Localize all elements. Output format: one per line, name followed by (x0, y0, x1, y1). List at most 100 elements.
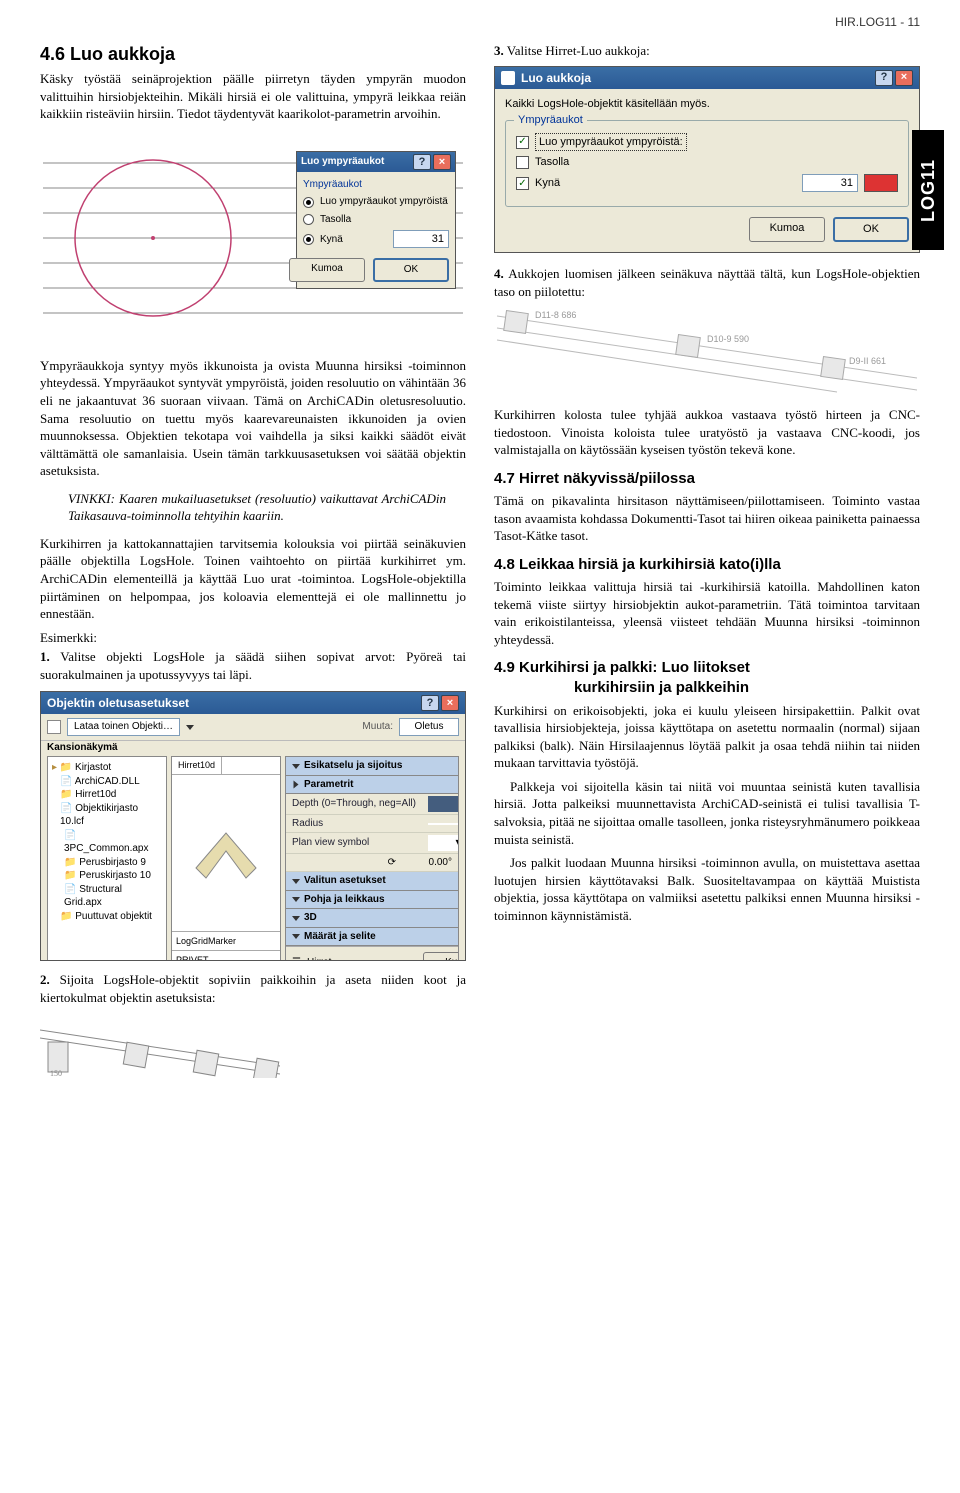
radio-pen[interactable] (303, 234, 314, 245)
radio-from-circles[interactable] (303, 197, 314, 208)
params-section-preview[interactable]: Esikatselu ja sijoitus (304, 759, 402, 773)
close-icon[interactable]: × (895, 70, 913, 86)
folder-icon: ▸ 📁 (52, 762, 72, 773)
step-1-text: Valitse objekti LogsHole ja säädä siihen… (40, 649, 466, 682)
step-3: 3. Valitse Hirret-Luo aukkoja: (494, 42, 920, 60)
side-tab-log11: LOG11 (912, 130, 944, 250)
checkbox-on-layer[interactable] (516, 156, 529, 169)
param-radius-value[interactable] (428, 823, 459, 825)
dialog-titlebar: Luo aukkoja ? × (495, 67, 919, 89)
ympyraaukot-group: Ympyräaukot ✓ Luo ympyräaukot ympyröistä… (505, 120, 909, 208)
left-column: 4.6 Luo aukkoja Käsky työstää seinäproje… (40, 42, 466, 1078)
para-logshole-intro: Kurkihirren ja kattokannattajien tarvits… (40, 535, 466, 623)
step-1-number: 1. (40, 649, 50, 664)
heading-4-8: 4.8 Leikkaa hirsiä ja kurkihirsiä kato(i… (494, 555, 920, 575)
step-2-number: 2. (40, 972, 50, 987)
mini-cancel-button[interactable]: Kumoa (289, 258, 365, 282)
figure-roof-section: D11-8 686 D10-9 590 D9-II 661 (494, 306, 920, 396)
tree-item[interactable]: Kirjastot (75, 762, 111, 773)
default-button[interactable]: Oletus (399, 718, 459, 736)
checkbox-pen-label: Kynä (535, 176, 560, 191)
right-column: 3. Valitse Hirret-Luo aukkoja: Luo aukko… (494, 42, 920, 1078)
radio-on-layer[interactable] (303, 214, 314, 225)
step-4: 4. Aukkojen luomisen jälkeen seinäkuva n… (494, 265, 920, 300)
param-plansym-value[interactable]: ▾ (428, 835, 459, 851)
preview-tab-hirret[interactable]: Hirret10d (172, 757, 222, 773)
luo-aukkoja-dialog: Luo aukkoja ? × Kaikki LogsHole-objektit… (494, 66, 920, 254)
settings-cancel-button[interactable]: Kumoa (423, 952, 459, 961)
heading-4-6: 4.6 Luo aukkoja (40, 42, 466, 66)
radio-pen-label: Kynä (320, 233, 343, 247)
radio-on-layer-label: Tasolla (320, 213, 351, 227)
load-other-object-button[interactable]: Lataa toinen Objekti… (67, 718, 180, 736)
pen-number-input[interactable]: 31 (393, 230, 449, 248)
ok-button[interactable]: OK (833, 217, 909, 242)
params-section-plan-section[interactable]: Pohja ja leikkaus (304, 893, 385, 907)
pen-color-swatch[interactable] (864, 174, 898, 192)
params-section-3d[interactable]: 3D (304, 911, 317, 925)
step-4-text: Aukkojen luomisen jälkeen seinäkuva näyt… (494, 266, 920, 299)
step-3-number: 3. (494, 43, 504, 58)
para-4-9-a: Kurkihirsi on erikoisobjekti, joka ei ku… (494, 702, 920, 772)
object-preview: Hirret10d LogGridMarker PRIVET (171, 756, 281, 961)
para-4-9-b: Palkkeja voi sijoitella käsin tai niitä … (494, 778, 920, 848)
radio-from-circles-label: Luo ympyräaukot ympyröistä (320, 195, 448, 209)
mini-ok-button[interactable]: OK (373, 258, 449, 282)
settings-titlebar: Objektin oletusasetukset ? × (41, 692, 465, 714)
param-depth-value[interactable]: 0.0 (428, 796, 459, 812)
pen-input[interactable]: 31 (802, 174, 858, 192)
checkbox-pen[interactable]: ✓ (516, 177, 529, 190)
layer-selector[interactable]: Hirret (307, 956, 397, 961)
step-4-number: 4. (494, 266, 504, 281)
help-icon[interactable]: ? (875, 70, 893, 86)
param-angle-value[interactable]: 0.00° (402, 856, 452, 870)
mini-dialog-title: Luo ympyräaukot (301, 155, 384, 169)
heading-4-7: 4.7 Hirret näkyvissä/piilossa (494, 469, 920, 489)
mini-dialog-titlebar: Luo ympyräaukot ? × (297, 152, 455, 172)
dim-b: D10-9 590 (707, 334, 749, 344)
dialog-message: Kaikki LogsHole-objektit käsitellään myö… (505, 97, 909, 112)
preview-tab-privet[interactable]: PRIVET (172, 950, 280, 961)
para-4-8: Toiminto leikkaa valittuja hirsiä tai -k… (494, 578, 920, 648)
heading-4-9-line1: 4.9 Kurkihirsi ja palkki: Luo liitokset (494, 658, 920, 678)
tree-item[interactable]: ArchiCAD.DLL (75, 776, 140, 787)
params-section-selected[interactable]: Valitun asetukset (304, 874, 386, 888)
object-default-settings-dialog: Objektin oletusasetukset ? × Lataa toine… (40, 691, 466, 961)
para-kurkihirsi-cnc: Kurkihirren kolosta tulee tyhjää aukkoa … (494, 406, 920, 459)
help-icon[interactable]: ? (413, 154, 431, 170)
heading-4-9-line2: kurkihirsiin ja palkkeihin (574, 678, 920, 698)
layer-dropdown-icon[interactable] (403, 961, 411, 962)
dim-c: D9-II 661 (849, 356, 886, 366)
dim-a: D11-8 686 (535, 310, 576, 320)
tree-item[interactable]: Objektikirjasto 10.lcf (60, 803, 138, 828)
svg-text:150: 150 (50, 1069, 62, 1078)
tree-item[interactable]: Hirret10d (75, 789, 116, 800)
help-icon[interactable]: ? (421, 695, 439, 711)
checkbox-from-circles[interactable]: ✓ (516, 136, 529, 149)
para-4-6-intro: Käsky työstää seinäprojektion päälle pii… (40, 70, 466, 123)
close-icon[interactable]: × (433, 154, 451, 170)
library-icon[interactable] (47, 720, 61, 734)
layer-icon: ☰ (292, 956, 301, 961)
tree-item[interactable]: Perusbirjasto 9 (79, 857, 146, 868)
tree-item[interactable]: Puuttuvat objektit (75, 911, 152, 922)
folder-view-label: Kansionäkymä (41, 740, 465, 757)
dialog-title: Luo aukkoja (521, 70, 591, 86)
tree-item[interactable]: Peruskirjasto 10 (79, 870, 151, 881)
app-icon (501, 71, 515, 85)
close-icon[interactable]: × (441, 695, 459, 711)
cancel-button[interactable]: Kumoa (749, 217, 825, 242)
settings-title: Objektin oletusasetukset (47, 695, 189, 711)
step-2: 2. Sijoita LogsHole-objektit sopiviin pa… (40, 971, 466, 1006)
para-4-9-c: Jos palkit luodaan Muunna hirsiksi -toim… (494, 854, 920, 924)
para-ympyraaukot: Ympyräaukkoja syntyy myös ikkunoista ja … (40, 357, 466, 480)
para-4-7: Tämä on pikavalinta hirsitason näyttämis… (494, 492, 920, 545)
figure-arc-with-dialog: Luo ympyräaukot ? × Ympyräaukot Luo ympy… (40, 133, 466, 343)
dropdown-arrow-icon[interactable] (186, 725, 194, 730)
params-section-parametrit[interactable]: Parametrit (304, 778, 353, 792)
tree-item[interactable]: 3PC_Common.apx (64, 843, 148, 854)
page-reference: HIR.LOG11 - 11 (835, 14, 920, 30)
params-section-listing[interactable]: Määrät ja selite (304, 930, 376, 944)
preview-tab-loggrid[interactable]: LogGridMarker (172, 931, 280, 950)
library-tree[interactable]: ▸ 📁 Kirjastot 📄 ArchiCAD.DLL 📁 Hirret10d… (47, 756, 167, 961)
